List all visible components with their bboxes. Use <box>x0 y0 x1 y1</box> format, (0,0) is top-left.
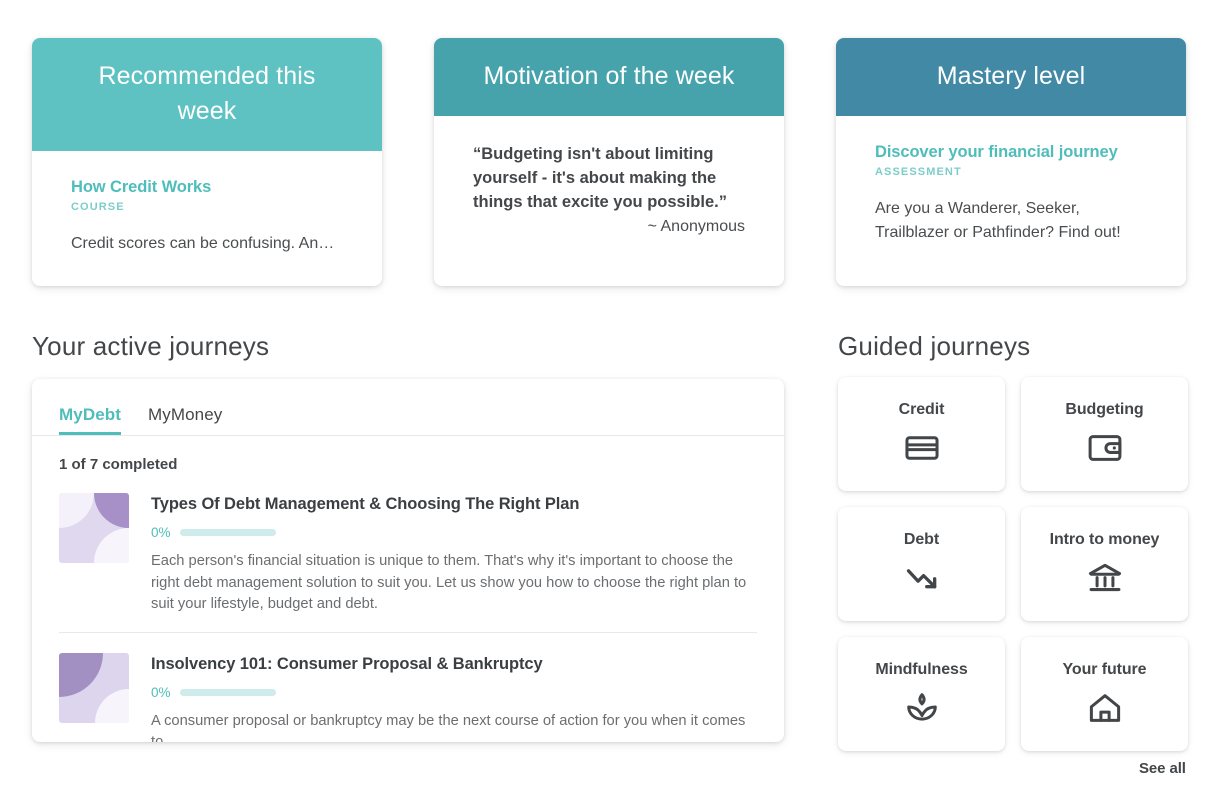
journey-tabs: MyDebt MyMoney <box>32 379 784 436</box>
journey-details: Types Of Debt Management & Choosing The … <box>151 493 757 616</box>
card-body-mastery: Discover your financial journey ASSESSME… <box>836 116 1186 286</box>
recommended-course-title[interactable]: How Credit Works <box>71 177 343 198</box>
recommended-course-type: COURSE <box>71 201 125 213</box>
journey-title[interactable]: Types Of Debt Management & Choosing The … <box>151 494 757 514</box>
guided-tile-label: Your future <box>1062 661 1147 678</box>
highlight-cards-row: Recommended this week How Credit Works C… <box>32 38 1187 286</box>
journey-description: A consumer proposal or bankruptcy may be… <box>151 712 746 743</box>
guided-tile-your-future[interactable]: Your future <box>1021 637 1188 751</box>
guided-tile-intro-to-money[interactable]: Intro to money <box>1021 507 1188 621</box>
guided-tile-label: Intro to money <box>1049 531 1160 548</box>
card-header-motivation: Motivation of the week <box>434 38 784 116</box>
motivation-quote-author: ~ Anonymous <box>647 218 745 235</box>
tab-mydebt[interactable]: MyDebt <box>59 405 121 435</box>
recommended-this-week-card[interactable]: Recommended this week How Credit Works C… <box>32 38 382 286</box>
mastery-assessment-description: Are you a Wanderer, Seeker, Trailblazer … <box>875 200 1121 241</box>
card-body-motivation: “Budgeting isn't about limiting yourself… <box>434 116 784 286</box>
page-title-guided-journeys: Guided journeys <box>838 331 1031 361</box>
journey-description: Each person's financial situation is uni… <box>151 553 747 612</box>
journey-progress-bar <box>179 688 276 696</box>
journey-list-item[interactable]: Insolvency 101: Consumer Proposal & Bank… <box>59 631 757 743</box>
guided-tile-label: Debt <box>903 531 940 548</box>
journey-thumbnail <box>59 493 129 563</box>
guided-journeys-grid: Credit Budgeting Debt Intro to money Min… <box>838 377 1188 751</box>
motivation-quote-text: “Budgeting isn't about limiting yourself… <box>473 145 727 211</box>
journey-list: Types Of Debt Management & Choosing The … <box>32 473 784 742</box>
journey-list-item[interactable]: Types Of Debt Management & Choosing The … <box>59 473 757 632</box>
mastery-level-card[interactable]: Mastery level Discover your financial jo… <box>836 38 1186 286</box>
guided-tile-budgeting[interactable]: Budgeting <box>1021 377 1188 491</box>
journey-progress-percent: 0% <box>151 525 171 540</box>
home-icon <box>1086 689 1124 727</box>
guided-tile-label: Credit <box>898 401 945 418</box>
card-header-mastery: Mastery level <box>836 38 1186 116</box>
tab-mymoney[interactable]: MyMoney <box>148 405 222 435</box>
see-all-link[interactable]: See all <box>1139 760 1186 777</box>
recommended-course-description: Credit scores can be confusing. An… <box>71 235 335 252</box>
guided-tile-label: Mindfulness <box>875 661 968 678</box>
journey-progress: 0% <box>151 525 757 540</box>
card-body-recommended: How Credit Works COURSE Credit scores ca… <box>32 151 382 286</box>
trending-down-arrow-icon <box>903 559 941 597</box>
mastery-assessment-title[interactable]: Discover your financial journey <box>875 142 1147 163</box>
guided-tile-mindfulness[interactable]: Mindfulness <box>838 637 1005 751</box>
journey-thumbnail <box>59 652 129 723</box>
progress-summary-label: 1 of 7 completed <box>59 456 178 473</box>
lotus-flower-icon <box>903 689 941 727</box>
journey-title[interactable]: Insolvency 101: Consumer Proposal & Bank… <box>151 654 757 674</box>
journey-progress-percent: 0% <box>151 684 171 700</box>
bank-building-icon <box>1086 559 1124 597</box>
page-title-active-journeys: Your active journeys <box>32 331 270 361</box>
mastery-assessment-type: ASSESSMENT <box>875 166 962 178</box>
journey-progress-bar <box>179 529 276 536</box>
journey-progress: 0% <box>151 685 757 700</box>
journey-details: Insolvency 101: Consumer Proposal & Bank… <box>151 653 757 743</box>
card-header-recommended: Recommended this week <box>32 38 382 151</box>
guided-tile-debt[interactable]: Debt <box>838 507 1005 621</box>
motivation-of-the-week-card[interactable]: Motivation of the week “Budgeting isn't … <box>434 38 784 286</box>
guided-tile-label: Budgeting <box>1065 401 1144 418</box>
guided-tile-credit[interactable]: Credit <box>838 377 1005 491</box>
active-journeys-panel: MyDebt MyMoney 1 of 7 completed Types Of… <box>32 379 784 742</box>
wallet-icon <box>1086 429 1124 467</box>
credit-card-icon <box>903 429 941 467</box>
